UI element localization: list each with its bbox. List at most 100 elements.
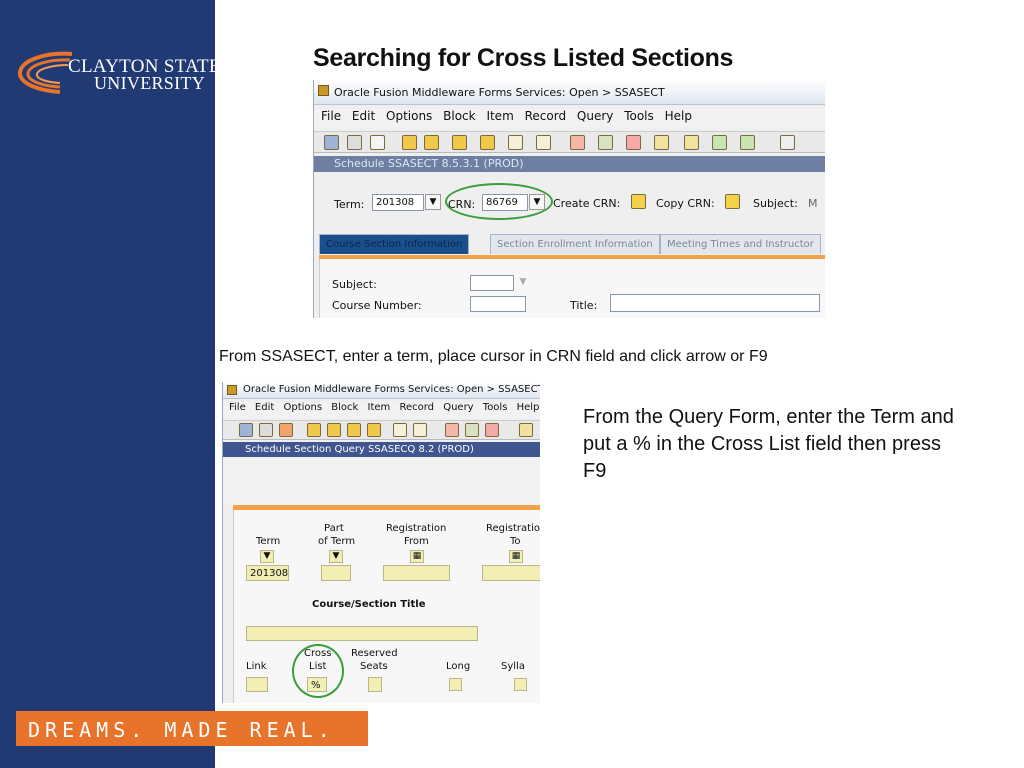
registration-to-query-input[interactable] (482, 565, 540, 581)
menu-options[interactable]: Options (283, 402, 322, 413)
slide-title: Searching for Cross Listed Sections (313, 44, 734, 72)
menu-query[interactable]: Query (443, 402, 473, 413)
help-icon[interactable] (712, 135, 727, 150)
term-column-label: Term (256, 536, 281, 547)
menu-help[interactable]: Help (517, 402, 540, 413)
create-crn-button-icon[interactable] (631, 194, 646, 209)
title-input[interactable] (610, 294, 820, 312)
tab-course-section-information[interactable]: Course Section Information (319, 234, 470, 254)
tagline-banner: DREAMS. MADE REAL. (16, 711, 368, 746)
menu-file[interactable]: File (229, 402, 246, 413)
part-of-term-dropdown-icon[interactable]: ▼ (329, 550, 343, 563)
tab-section-enrollment-information[interactable]: Section Enrollment Information (490, 234, 660, 254)
oracle-app-icon (318, 85, 329, 96)
registration-from-label-1: Registration (386, 523, 447, 534)
menu-tools[interactable]: Tools (624, 109, 654, 123)
insert-record-icon[interactable] (508, 135, 523, 150)
link-label: Link (246, 661, 267, 672)
print-report-icon[interactable] (684, 135, 699, 150)
reg-to-calendar-icon[interactable]: ▦ (509, 550, 523, 563)
menu-edit[interactable]: Edit (255, 402, 274, 413)
cancel-query-icon[interactable] (485, 423, 499, 437)
crn-lov-arrow-icon[interactable]: ▼ (529, 194, 545, 210)
title-label: Title: (570, 299, 598, 312)
next-block-icon[interactable] (424, 135, 439, 150)
menu-record[interactable]: Record (525, 109, 566, 123)
syllabus-label: Sylla (501, 661, 525, 672)
menu-block[interactable]: Block (331, 402, 358, 413)
menu-item[interactable]: Item (486, 109, 513, 123)
enter-query-icon[interactable] (445, 423, 459, 437)
term-query-input[interactable]: 201308 (246, 565, 289, 581)
print-icon[interactable] (279, 423, 293, 437)
menu-record[interactable]: Record (399, 402, 434, 413)
menu-file[interactable]: File (321, 109, 341, 123)
reserved-seats-query-input[interactable] (368, 677, 382, 692)
form-header-spacer (223, 457, 540, 505)
step1-caption: From SSASECT, enter a term, place cursor… (219, 348, 768, 365)
step2-caption: From the Query Form, enter the Term and … (583, 406, 954, 482)
subject-key-label: Subject: (753, 197, 798, 210)
course-number-input[interactable] (470, 296, 526, 312)
save-icon[interactable] (324, 135, 339, 150)
copy-crn-button-icon[interactable] (725, 194, 740, 209)
long-label: Long (446, 661, 471, 672)
rollback-icon[interactable] (259, 423, 273, 437)
crn-input[interactable]: 86769 (482, 194, 528, 211)
next-block-icon[interactable] (327, 423, 341, 437)
cross-list-query-input[interactable]: % (307, 677, 327, 692)
menu-options[interactable]: Options (386, 109, 432, 123)
link-query-input[interactable] (246, 677, 268, 692)
term-lov-arrow-icon[interactable]: ▼ (425, 194, 441, 210)
term-dropdown-icon[interactable]: ▼ (260, 550, 274, 563)
menu-block[interactable]: Block (443, 109, 475, 123)
menu-query[interactable]: Query (577, 109, 613, 123)
term-input[interactable]: 201308 (372, 194, 424, 211)
toolbar (314, 131, 825, 153)
registration-from-query-input[interactable] (383, 565, 450, 581)
previous-block-icon[interactable] (402, 135, 417, 150)
left-brand-band: CLAYTON STATE UNIVERSITY (0, 0, 221, 768)
menu-help[interactable]: Help (665, 109, 692, 123)
window-title: Oracle Fusion Middleware Forms Services:… (243, 384, 540, 395)
part-of-term-label-1: Part (324, 523, 344, 534)
tagline-text: DREAMS. MADE REAL. (28, 718, 335, 742)
enter-query-icon[interactable] (570, 135, 585, 150)
registration-to-label-2: To (510, 536, 521, 547)
tab-meeting-times-and-instructor[interactable]: Meeting Times and Instructor (660, 234, 821, 254)
syllabus-checkbox[interactable] (514, 678, 527, 691)
execute-query-icon[interactable] (598, 135, 613, 150)
list-of-values-icon[interactable] (519, 423, 533, 437)
add-icon[interactable] (740, 135, 755, 150)
rollback-icon[interactable] (347, 135, 362, 150)
execute-query-icon[interactable] (465, 423, 479, 437)
next-record-icon[interactable] (480, 135, 495, 150)
cancel-query-icon[interactable] (626, 135, 641, 150)
menu-item[interactable]: Item (368, 402, 391, 413)
previous-record-icon[interactable] (347, 423, 361, 437)
long-checkbox[interactable] (449, 678, 462, 691)
subject-lov-arrow-icon[interactable]: ▼ (515, 275, 531, 291)
menu-tools[interactable]: Tools (483, 402, 508, 413)
logo-line-2: UNIVERSITY (94, 73, 205, 93)
print-icon[interactable] (370, 135, 385, 150)
form-title-bar: Schedule Section Query SSASECQ 8.2 (PROD… (223, 442, 540, 457)
crn-label: CRN: (448, 198, 476, 211)
save-icon[interactable] (239, 423, 253, 437)
part-of-term-query-input[interactable] (321, 565, 351, 581)
menu-edit[interactable]: Edit (352, 109, 375, 123)
oracle-app-icon (227, 385, 237, 395)
previous-record-icon[interactable] (452, 135, 467, 150)
remove-record-icon[interactable] (413, 423, 427, 437)
subject-input[interactable] (470, 275, 514, 291)
course-section-title-input[interactable] (246, 626, 478, 641)
part-of-term-label-2: of Term (318, 536, 356, 547)
exit-icon[interactable] (780, 135, 795, 150)
ssasect-screenshot: Oracle Fusion Middleware Forms Services:… (313, 80, 825, 318)
insert-record-icon[interactable] (393, 423, 407, 437)
next-record-icon[interactable] (367, 423, 381, 437)
remove-record-icon[interactable] (536, 135, 551, 150)
list-of-values-icon[interactable] (654, 135, 669, 150)
previous-block-icon[interactable] (307, 423, 321, 437)
reg-from-calendar-icon[interactable]: ▦ (410, 550, 424, 563)
